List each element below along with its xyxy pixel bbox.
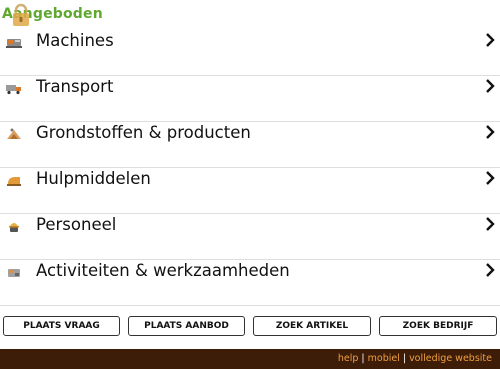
truck-icon: [5, 80, 23, 96]
zoek-artikel-button[interactable]: ZOEK ARTIKEL: [253, 316, 371, 336]
category-item-activiteiten[interactable]: Activiteiten & werkzaamheden: [0, 260, 500, 306]
plaats-vraag-button[interactable]: PLAATS VRAAG: [3, 316, 120, 336]
category-item-hulpmiddelen[interactable]: Hulpmiddelen: [0, 168, 500, 214]
chevron-right-icon: [484, 170, 496, 186]
page-header: Aangeboden: [0, 0, 500, 30]
separator: |: [361, 353, 365, 364]
tools-icon: [5, 172, 23, 188]
category-label: Machines: [36, 31, 114, 50]
category-label: Grondstoffen & producten: [36, 123, 251, 142]
separator: |: [402, 353, 407, 364]
activities-icon: [5, 264, 23, 280]
zoek-bedrijf-button[interactable]: ZOEK BEDRIJF: [379, 316, 497, 336]
action-buttons: PLAATS VRAAG PLAATS AANBOD ZOEK ARTIKEL …: [0, 316, 500, 336]
plaats-aanbod-button[interactable]: PLAATS AANBOD: [128, 316, 245, 336]
chevron-right-icon: [484, 124, 496, 140]
volledige-website-link[interactable]: volledige website: [409, 353, 492, 364]
lock-icon: [11, 3, 31, 27]
category-label: Transport: [36, 77, 114, 96]
category-item-personeel[interactable]: Personeel: [0, 214, 500, 260]
raw-materials-icon: [5, 126, 23, 142]
chevron-right-icon: [484, 78, 496, 94]
chevron-right-icon: [484, 216, 496, 232]
worker-icon: [5, 218, 23, 234]
category-list: Machines Transport Grondstoffen & produc…: [0, 30, 500, 306]
category-item-transport[interactable]: Transport: [0, 76, 500, 122]
category-label: Hulpmiddelen: [36, 169, 151, 188]
category-item-machines[interactable]: Machines: [0, 30, 500, 76]
chevron-right-icon: [484, 262, 496, 278]
help-link[interactable]: help: [338, 353, 359, 364]
footer: help | mobiel | volledige website: [0, 349, 500, 369]
machine-icon: [5, 34, 23, 50]
category-label: Personeel: [36, 215, 117, 234]
chevron-right-icon: [484, 32, 496, 48]
footer-links: help | mobiel | volledige website: [338, 353, 492, 364]
mobiel-link[interactable]: mobiel: [368, 353, 400, 364]
category-label: Activiteiten & werkzaamheden: [36, 261, 290, 280]
category-item-grondstoffen[interactable]: Grondstoffen & producten: [0, 122, 500, 168]
